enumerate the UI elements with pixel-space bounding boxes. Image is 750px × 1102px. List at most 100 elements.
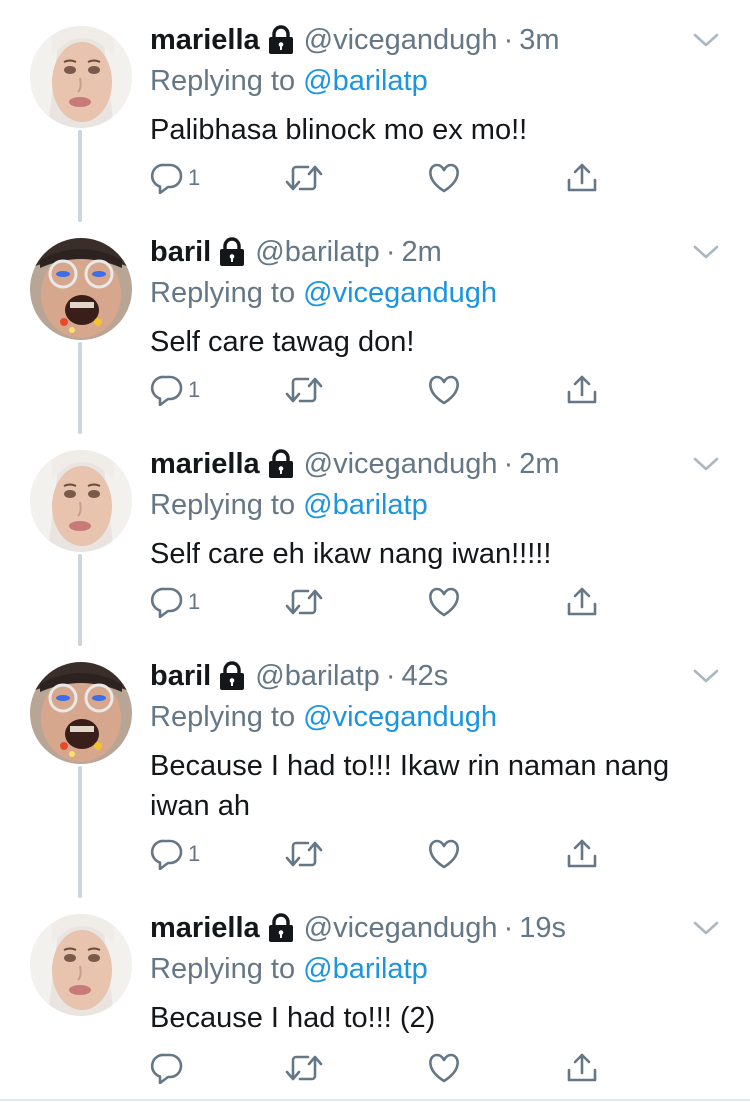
replying-to: Replying to @barilatp bbox=[150, 950, 730, 988]
tweet-header: mariella @vicegandugh · 19s bbox=[150, 910, 730, 946]
reply-count: 1 bbox=[188, 841, 201, 866]
tweet-text: Because I had to!!! Ikaw rin naman nang … bbox=[150, 750, 670, 822]
replying-to-link[interactable]: @barilatp bbox=[303, 65, 428, 97]
lock-icon bbox=[268, 25, 294, 55]
retweet-button[interactable] bbox=[284, 160, 324, 196]
bottom-divider bbox=[0, 1099, 750, 1101]
reply-icon bbox=[150, 374, 184, 406]
avatar[interactable] bbox=[30, 914, 132, 1016]
reply-button[interactable]: 1 bbox=[150, 160, 200, 196]
tweet[interactable]: mariella @vicegandugh · 19s Replying to … bbox=[0, 888, 750, 1102]
retweet-icon bbox=[284, 838, 324, 870]
reply-count: 1 bbox=[188, 377, 201, 402]
avatar[interactable] bbox=[30, 450, 132, 552]
share-button[interactable] bbox=[566, 372, 598, 408]
reply-count: 1 bbox=[188, 165, 201, 190]
reply-button[interactable]: 1 bbox=[150, 372, 200, 408]
chevron-down-icon[interactable] bbox=[692, 30, 720, 50]
lock-icon bbox=[219, 237, 245, 267]
chevron-down-icon[interactable] bbox=[692, 918, 720, 938]
like-button[interactable] bbox=[427, 372, 461, 408]
heart-icon bbox=[427, 1052, 461, 1084]
replying-to-link[interactable]: @vicegandugh bbox=[303, 277, 497, 309]
chevron-down-icon[interactable] bbox=[692, 454, 720, 474]
timestamp[interactable]: 42s bbox=[401, 660, 448, 693]
like-button[interactable] bbox=[427, 160, 461, 196]
replying-to: Replying to @barilatp bbox=[150, 486, 730, 524]
replying-to-link[interactable]: @vicegandugh bbox=[303, 701, 497, 733]
handle[interactable]: @vicegandugh bbox=[304, 912, 498, 945]
retweet-button[interactable] bbox=[284, 1050, 324, 1086]
share-icon bbox=[566, 586, 598, 618]
replying-to-label: Replying to bbox=[150, 65, 296, 97]
tweet-content: mariella @vicegandugh · 2m Replying to @… bbox=[150, 446, 730, 574]
tweet-actions: 1 bbox=[150, 372, 720, 408]
retweet-button[interactable] bbox=[284, 836, 324, 872]
tweet-text: Self care eh ikaw nang iwan!!!!! bbox=[150, 538, 552, 570]
tweet[interactable]: baril @barilatp · 2m Replying to @vicega… bbox=[0, 212, 750, 424]
tweet[interactable]: baril @barilatp · 42s Replying to @viceg… bbox=[0, 636, 750, 888]
chevron-down-icon[interactable] bbox=[692, 242, 720, 262]
replying-to-link[interactable]: @barilatp bbox=[303, 489, 428, 521]
tweet-header: baril @barilatp · 42s bbox=[150, 658, 730, 694]
timestamp[interactable]: 2m bbox=[401, 236, 441, 269]
replying-to-label: Replying to bbox=[150, 277, 296, 309]
reply-icon bbox=[150, 838, 184, 870]
separator-dot: · bbox=[385, 659, 396, 692]
display-name[interactable]: mariella bbox=[150, 24, 260, 57]
share-button[interactable] bbox=[566, 836, 598, 872]
like-button[interactable] bbox=[427, 1050, 461, 1086]
display-name[interactable]: mariella bbox=[150, 448, 260, 481]
like-button[interactable] bbox=[427, 836, 461, 872]
tweet-actions: 1 bbox=[150, 836, 720, 872]
share-button[interactable] bbox=[566, 1050, 598, 1086]
reply-icon bbox=[150, 586, 184, 618]
handle[interactable]: @vicegandugh bbox=[304, 448, 498, 481]
display-name[interactable]: baril bbox=[150, 236, 211, 269]
timestamp[interactable]: 3m bbox=[519, 24, 559, 57]
handle[interactable]: @barilatp bbox=[255, 236, 380, 269]
display-name[interactable]: mariella bbox=[150, 912, 260, 945]
replying-to: Replying to @barilatp bbox=[150, 62, 730, 100]
replying-to-link[interactable]: @barilatp bbox=[303, 953, 428, 985]
separator-dot: · bbox=[503, 911, 514, 944]
retweet-button[interactable] bbox=[284, 372, 324, 408]
tweet[interactable]: mariella @vicegandugh · 2m Replying to @… bbox=[0, 424, 750, 636]
lock-icon bbox=[268, 449, 294, 479]
avatar[interactable] bbox=[30, 662, 132, 764]
retweet-button[interactable] bbox=[284, 584, 324, 620]
share-icon bbox=[566, 162, 598, 194]
tweet-header: baril @barilatp · 2m bbox=[150, 234, 730, 270]
retweet-icon bbox=[284, 1052, 324, 1084]
handle[interactable]: @vicegandugh bbox=[304, 24, 498, 57]
handle[interactable]: @barilatp bbox=[255, 660, 380, 693]
share-button[interactable] bbox=[566, 584, 598, 620]
tweet[interactable]: mariella @vicegandugh · 3m Replying to @… bbox=[0, 0, 750, 212]
tweet-content: mariella @vicegandugh · 3m Replying to @… bbox=[150, 22, 730, 150]
share-icon bbox=[566, 374, 598, 406]
reply-button[interactable]: 1 bbox=[150, 584, 200, 620]
display-name[interactable]: baril bbox=[150, 660, 211, 693]
replying-to-label: Replying to bbox=[150, 489, 296, 521]
tweet-actions bbox=[150, 1050, 720, 1086]
like-button[interactable] bbox=[427, 584, 461, 620]
heart-icon bbox=[427, 586, 461, 618]
tweet-text: Self care tawag don! bbox=[150, 326, 415, 358]
avatar[interactable] bbox=[30, 238, 132, 340]
share-icon bbox=[566, 838, 598, 870]
separator-dot: · bbox=[503, 447, 514, 480]
replying-to: Replying to @vicegandugh bbox=[150, 274, 730, 312]
replying-to: Replying to @vicegandugh bbox=[150, 698, 730, 736]
tweet-header: mariella @vicegandugh · 3m bbox=[150, 22, 730, 58]
reply-button[interactable]: 1 bbox=[150, 836, 200, 872]
chevron-down-icon[interactable] bbox=[692, 666, 720, 686]
timestamp[interactable]: 2m bbox=[519, 448, 559, 481]
heart-icon bbox=[427, 374, 461, 406]
share-button[interactable] bbox=[566, 160, 598, 196]
replying-to-label: Replying to bbox=[150, 953, 296, 985]
reply-count: 1 bbox=[188, 589, 201, 614]
reply-button[interactable] bbox=[150, 1050, 188, 1086]
share-icon bbox=[566, 1052, 598, 1084]
timestamp[interactable]: 19s bbox=[519, 912, 566, 945]
avatar[interactable] bbox=[30, 26, 132, 128]
